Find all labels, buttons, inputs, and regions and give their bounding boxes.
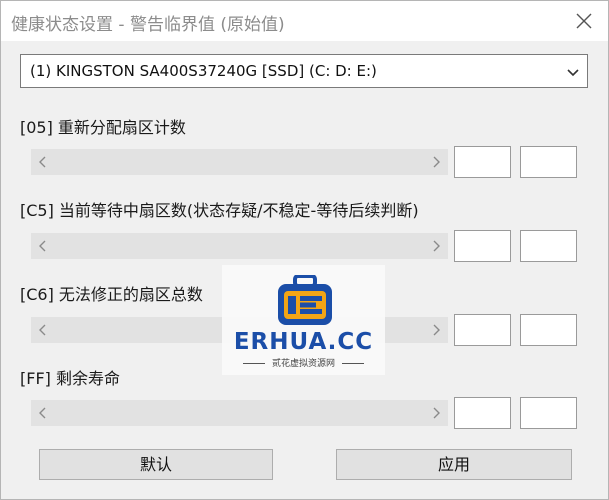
chevron-right-icon[interactable] bbox=[428, 154, 444, 170]
title-bar: 健康状态设置 - 警告临界值 (原始值) bbox=[1, 1, 608, 41]
window-title: 健康状态设置 - 警告临界值 (原始值) bbox=[11, 15, 285, 35]
section-label-c6: [C6] 无法修正的扇区总数 bbox=[20, 285, 203, 304]
divider bbox=[341, 363, 364, 364]
value-field-c6-a[interactable] bbox=[454, 314, 511, 346]
value-field-ff-a[interactable] bbox=[454, 397, 511, 429]
section-label-ff: [FF] 剩余寿命 bbox=[20, 369, 120, 388]
chevron-right-icon[interactable] bbox=[428, 405, 444, 421]
settings-dialog: 健康状态设置 - 警告临界值 (原始值) (1) KINGSTON SA400S… bbox=[0, 0, 609, 500]
chevron-left-icon[interactable] bbox=[35, 154, 51, 170]
threshold-slider-c5[interactable] bbox=[31, 233, 448, 259]
drive-select-value: (1) KINGSTON SA400S37240G [SSD] (C: D: E… bbox=[30, 62, 377, 80]
value-field-05-b[interactable] bbox=[520, 146, 577, 178]
chevron-right-icon[interactable] bbox=[428, 238, 444, 254]
close-icon bbox=[576, 13, 592, 29]
watermark-logo: ERHUA.CC 贰花虚拟资源网 bbox=[222, 265, 385, 375]
section-label-05: [05] 重新分配扇区计数 bbox=[20, 118, 186, 137]
value-field-c6-b[interactable] bbox=[520, 314, 577, 346]
value-field-c5-a[interactable] bbox=[454, 230, 511, 262]
briefcase-icon bbox=[278, 275, 332, 325]
threshold-slider-05[interactable] bbox=[31, 149, 448, 175]
value-field-05-a[interactable] bbox=[454, 146, 511, 178]
chevron-left-icon[interactable] bbox=[35, 405, 51, 421]
watermark-tagline-row: 贰花虚拟资源网 bbox=[222, 356, 385, 369]
threshold-slider-ff[interactable] bbox=[31, 400, 448, 426]
chevron-right-icon[interactable] bbox=[428, 322, 444, 338]
drive-select[interactable]: (1) KINGSTON SA400S37240G [SSD] (C: D: E… bbox=[20, 54, 588, 88]
section-label-c5: [C5] 当前等待中扇区数(状态存疑/不稳定-等待后续判断) bbox=[20, 201, 419, 220]
value-field-c5-b[interactable] bbox=[520, 230, 577, 262]
close-button[interactable] bbox=[570, 7, 598, 35]
watermark-tagline: 贰花虚拟资源网 bbox=[271, 359, 335, 369]
chevron-left-icon[interactable] bbox=[35, 238, 51, 254]
apply-button[interactable]: 应用 bbox=[336, 449, 572, 480]
divider bbox=[243, 363, 266, 364]
default-button[interactable]: 默认 bbox=[39, 449, 273, 480]
watermark-brand: ERHUA.CC bbox=[233, 329, 374, 355]
value-field-ff-b[interactable] bbox=[520, 397, 577, 429]
chevron-down-icon bbox=[567, 69, 579, 77]
chevron-left-icon[interactable] bbox=[35, 322, 51, 338]
